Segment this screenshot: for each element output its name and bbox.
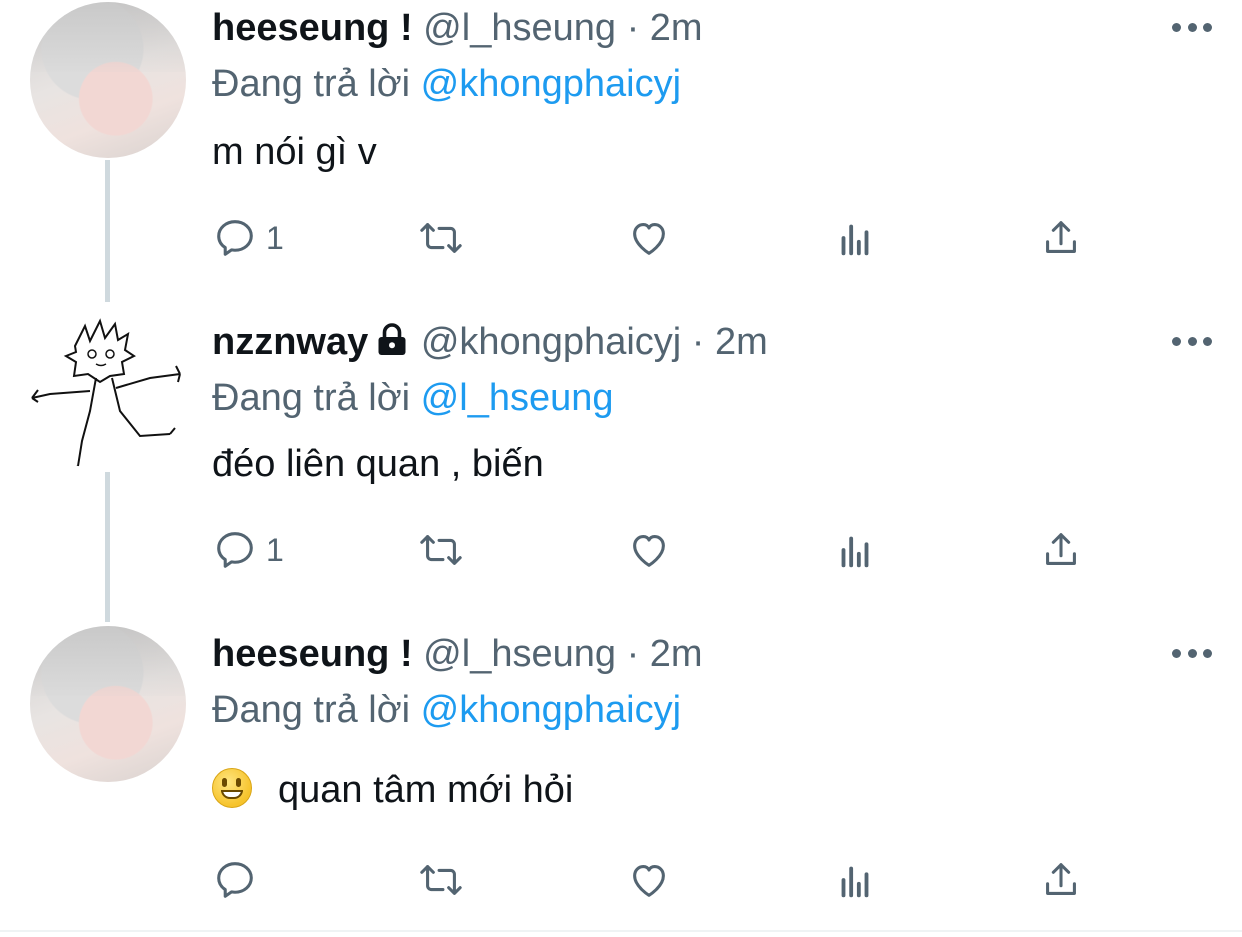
display-name[interactable]: heeseung ! xyxy=(212,7,413,49)
tweet[interactable]: nzznway @khongphaicyj · 2m Đang trả lời … xyxy=(0,314,1242,626)
timestamp[interactable]: 2m xyxy=(650,633,703,675)
separator: · xyxy=(626,633,640,675)
tweet[interactable]: heeseung ! @l_hseung · 2m Đang trả lời @… xyxy=(0,626,1242,930)
replying-to: Đang trả lời @khongphaicyj xyxy=(212,58,681,110)
like-button[interactable] xyxy=(626,208,672,268)
more-icon[interactable] xyxy=(1172,638,1212,668)
share-button[interactable] xyxy=(1038,850,1084,910)
retweet-icon xyxy=(420,223,462,253)
analytics-button[interactable] xyxy=(832,208,878,268)
tweet-header: heeseung ! @l_hseung · 2m xyxy=(212,0,703,56)
timestamp[interactable]: 2m xyxy=(715,321,768,363)
reply-button[interactable]: 1 xyxy=(212,208,284,268)
reply-count: 1 xyxy=(266,531,284,568)
action-bar xyxy=(212,850,1112,910)
replying-to: Đang trả lời @l_hseung xyxy=(212,372,614,424)
action-bar: 1 xyxy=(212,208,1112,268)
share-icon xyxy=(1046,221,1076,253)
reply-icon xyxy=(217,862,253,898)
grinning-emoji xyxy=(212,768,252,808)
lock-icon xyxy=(374,318,410,374)
mention-link[interactable]: @l_hseung xyxy=(421,377,614,419)
share-button[interactable] xyxy=(1038,520,1084,580)
analytics-button[interactable] xyxy=(832,520,878,580)
reply-button[interactable] xyxy=(212,850,266,910)
avatar[interactable] xyxy=(30,626,186,782)
analytics-icon xyxy=(841,224,869,256)
share-button[interactable] xyxy=(1038,208,1084,268)
like-button[interactable] xyxy=(626,520,672,580)
share-icon xyxy=(1046,533,1076,565)
retweet-icon xyxy=(420,535,462,565)
timestamp[interactable]: 2m xyxy=(650,7,703,49)
handle[interactable]: @l_hseung xyxy=(423,7,616,49)
replying-prefix: Đang trả lời xyxy=(212,689,411,731)
reply-icon xyxy=(217,220,253,256)
retweet-icon xyxy=(420,865,462,895)
analytics-icon xyxy=(841,536,869,568)
handle[interactable]: @l_hseung xyxy=(423,633,616,675)
avatar[interactable] xyxy=(30,2,186,158)
replying-to: Đang trả lời @khongphaicyj xyxy=(212,684,681,736)
divider xyxy=(0,930,1242,932)
more-icon[interactable] xyxy=(1172,12,1212,42)
like-icon xyxy=(633,223,665,255)
separator: · xyxy=(626,7,640,49)
tweet-header: nzznway @khongphaicyj · 2m xyxy=(212,314,768,370)
more-icon[interactable] xyxy=(1172,326,1212,356)
avatar[interactable] xyxy=(30,316,186,472)
tweet-text-row: quan tâm mới hỏi xyxy=(212,764,573,816)
retweet-button[interactable] xyxy=(418,850,464,910)
tweet-text: m nói gì v xyxy=(212,131,377,173)
analytics-button[interactable] xyxy=(832,850,878,910)
separator: · xyxy=(691,321,705,363)
like-icon xyxy=(633,865,665,897)
tweet-text: quan tâm mới hỏi xyxy=(278,769,574,811)
replying-prefix: Đang trả lời xyxy=(212,377,411,419)
tweet-header: heeseung ! @l_hseung · 2m xyxy=(212,626,703,682)
like-icon xyxy=(633,535,665,567)
tweet-text: đéo liên quan , biến xyxy=(212,443,544,485)
display-name[interactable]: nzznway xyxy=(212,321,368,363)
mention-link[interactable]: @khongphaicyj xyxy=(421,63,681,105)
action-bar: 1 xyxy=(212,520,1112,580)
replying-prefix: Đang trả lời xyxy=(212,63,411,105)
tweet[interactable]: heeseung ! @l_hseung · 2m Đang trả lời @… xyxy=(0,0,1242,312)
handle[interactable]: @khongphaicyj xyxy=(421,321,681,363)
doodle-avatar xyxy=(31,318,181,469)
analytics-icon xyxy=(841,866,869,898)
share-icon xyxy=(1046,863,1076,895)
display-name[interactable]: heeseung ! xyxy=(212,633,413,675)
retweet-button[interactable] xyxy=(418,520,464,580)
reply-count: 1 xyxy=(266,219,284,256)
reply-icon xyxy=(217,532,253,568)
mention-link[interactable]: @khongphaicyj xyxy=(421,689,681,731)
retweet-button[interactable] xyxy=(418,208,464,268)
like-button[interactable] xyxy=(626,850,672,910)
reply-button[interactable]: 1 xyxy=(212,520,284,580)
